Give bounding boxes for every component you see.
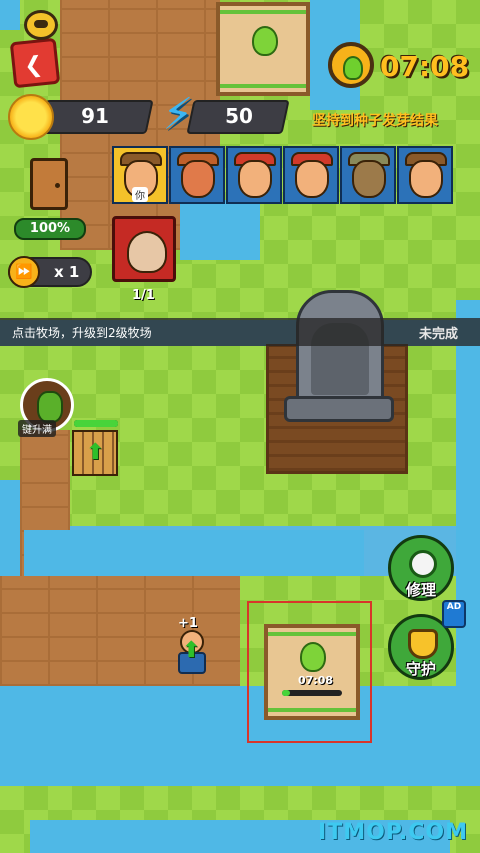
back-arrow-icon: ❮ (23, 52, 44, 80)
farmer-upgrade-arrow-icon[interactable]: ⬆ (182, 640, 200, 662)
task-status: 未完成 (418, 327, 458, 342)
highlight-box (247, 601, 372, 743)
skull-card[interactable] (112, 216, 176, 282)
river-bottom (0, 686, 480, 786)
seed-icon (252, 26, 278, 56)
fast-forward-icon: ⏩ (8, 256, 40, 288)
red-cap-face (238, 160, 272, 198)
character-slot-bearded-farmer[interactable] (397, 146, 453, 204)
door-icon[interactable] (30, 158, 68, 210)
character-slot-antler-girl[interactable] (169, 146, 225, 204)
bearded-face (409, 160, 443, 198)
ad-label: AD (446, 602, 462, 612)
tombstone[interactable] (296, 290, 384, 406)
wrench-icon (409, 550, 437, 578)
character-roster: 你 (112, 146, 456, 204)
hero-upgrade-label[interactable]: 键升满 (18, 420, 56, 437)
repair-button[interactable]: 修理 (388, 535, 454, 601)
river-horizontal (24, 530, 364, 576)
sun-value: 91 (81, 104, 109, 128)
lightning-icon: ⚡ (162, 89, 194, 140)
character-slot-mustache-farmer[interactable] (283, 146, 339, 204)
character-slot-farmer-pitchfork[interactable]: 你 (112, 146, 168, 204)
mustache-face (295, 160, 329, 198)
fence-health-fill (74, 420, 118, 427)
robot-face (352, 160, 386, 198)
game-stage: ❮ 91 ⚡ 50 07:08 坚持到种子发芽结果 100% ⏩ x 1 你 1… (0, 0, 480, 853)
speed-toggle-button[interactable]: ⏩ x 1 (8, 256, 92, 288)
fence-health-bar (74, 420, 118, 427)
countdown-timer: 07:08 (380, 50, 470, 83)
river-top-left (0, 0, 20, 30)
river-mid (180, 200, 260, 260)
fence-upgrade-arrow-icon[interactable]: ⬆ (86, 442, 104, 464)
shield-icon (408, 629, 438, 659)
river-right-vertical (456, 300, 480, 690)
energy-value: 50 (225, 104, 253, 128)
skull-count: 1/1 (132, 288, 155, 303)
speed-label: x 1 (54, 263, 80, 281)
door-health: 100% (14, 218, 86, 240)
sun-icon (8, 94, 54, 140)
goal-text: 坚持到种子发芽结果 (312, 113, 438, 129)
character-slot-red-cap-farmer[interactable] (226, 146, 282, 204)
seed-crate-top[interactable] (216, 2, 310, 96)
task-text: 点击牧场，升级到2级牧场 (12, 326, 152, 340)
watermark: ITMOP.COM (318, 820, 468, 845)
antler-girl-face (181, 160, 215, 198)
repair-label: 修理 (405, 581, 436, 599)
task-banner[interactable]: 点击牧场，升级到2级牧场 未完成 (0, 318, 480, 346)
gamepad-icon[interactable] (24, 10, 58, 40)
ad-video-icon[interactable]: AD (442, 600, 466, 628)
seed-timer-icon (328, 42, 374, 88)
back-button[interactable]: ❮ (9, 37, 61, 89)
farmer-gain: +1 (178, 616, 198, 631)
guard-label: 守护 (405, 660, 436, 678)
tombstone-base (284, 396, 394, 422)
character-slot-scarecrow-robot[interactable] (340, 146, 396, 204)
character-tag: 你 (132, 187, 148, 202)
